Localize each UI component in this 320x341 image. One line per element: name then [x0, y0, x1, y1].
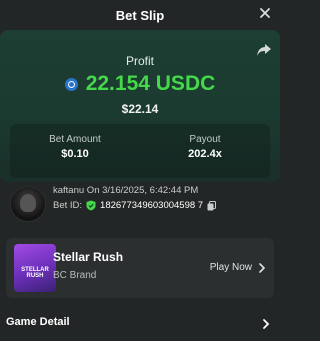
bet-id-label: Bet ID: [53, 200, 83, 211]
payout-value: 202.4x [188, 148, 222, 160]
game-card[interactable]: STELLAR RUSH Stellar Rush BC Brand Play … [6, 238, 274, 298]
bet-id-value: 182677349603004598 7 [100, 200, 204, 211]
close-icon[interactable] [256, 4, 274, 22]
bet-id-row: Bet ID: 182677349603004598 7 [53, 200, 217, 211]
bet-amount-value: $0.10 [61, 148, 89, 160]
bet-user-time: kaftanu On 3/16/2025, 6:42:44 PM [53, 185, 199, 196]
bet-ticket: kaftanu On 3/16/2025, 6:42:44 PM Bet ID:… [0, 182, 280, 234]
chevron-right-icon[interactable] [258, 261, 266, 273]
payout-stat: Payout 202.4x [140, 134, 270, 160]
payout-label: Payout [189, 134, 221, 145]
avatar[interactable] [10, 186, 46, 222]
bet-stats: Bet Amount $0.10 Payout 202.4x [10, 124, 270, 178]
play-now-button[interactable]: Play Now [210, 262, 252, 273]
usdc-icon [64, 77, 78, 91]
header: Bet Slip [0, 0, 280, 30]
profit-usd-value: $22.14 [121, 102, 159, 116]
page-title: Bet Slip [115, 7, 165, 23]
game-detail-label: Game Detail [6, 316, 70, 328]
game-detail-row[interactable]: Game Detail [0, 306, 280, 341]
bet-amount-stat: Bet Amount $0.10 [10, 134, 140, 160]
chevron-right-icon[interactable] [262, 317, 270, 329]
game-name: Stellar Rush [53, 250, 124, 264]
profit-amount: 22.154 USDC [85, 72, 216, 95]
game-thumbnail-text: STELLAR RUSH [21, 267, 49, 279]
profit-amount-row: 22.154 USDC [0, 72, 280, 96]
copy-icon[interactable] [207, 200, 217, 211]
profit-label: Profit [125, 54, 154, 68]
bet-amount-label: Bet Amount [49, 134, 101, 145]
game-brand: BC Brand [53, 270, 97, 281]
profit-card: Profit 22.154 USDC $22.14 Bet Amount $0.… [0, 30, 280, 182]
shield-icon [86, 200, 96, 211]
game-thumbnail[interactable]: STELLAR RUSH [14, 244, 56, 292]
